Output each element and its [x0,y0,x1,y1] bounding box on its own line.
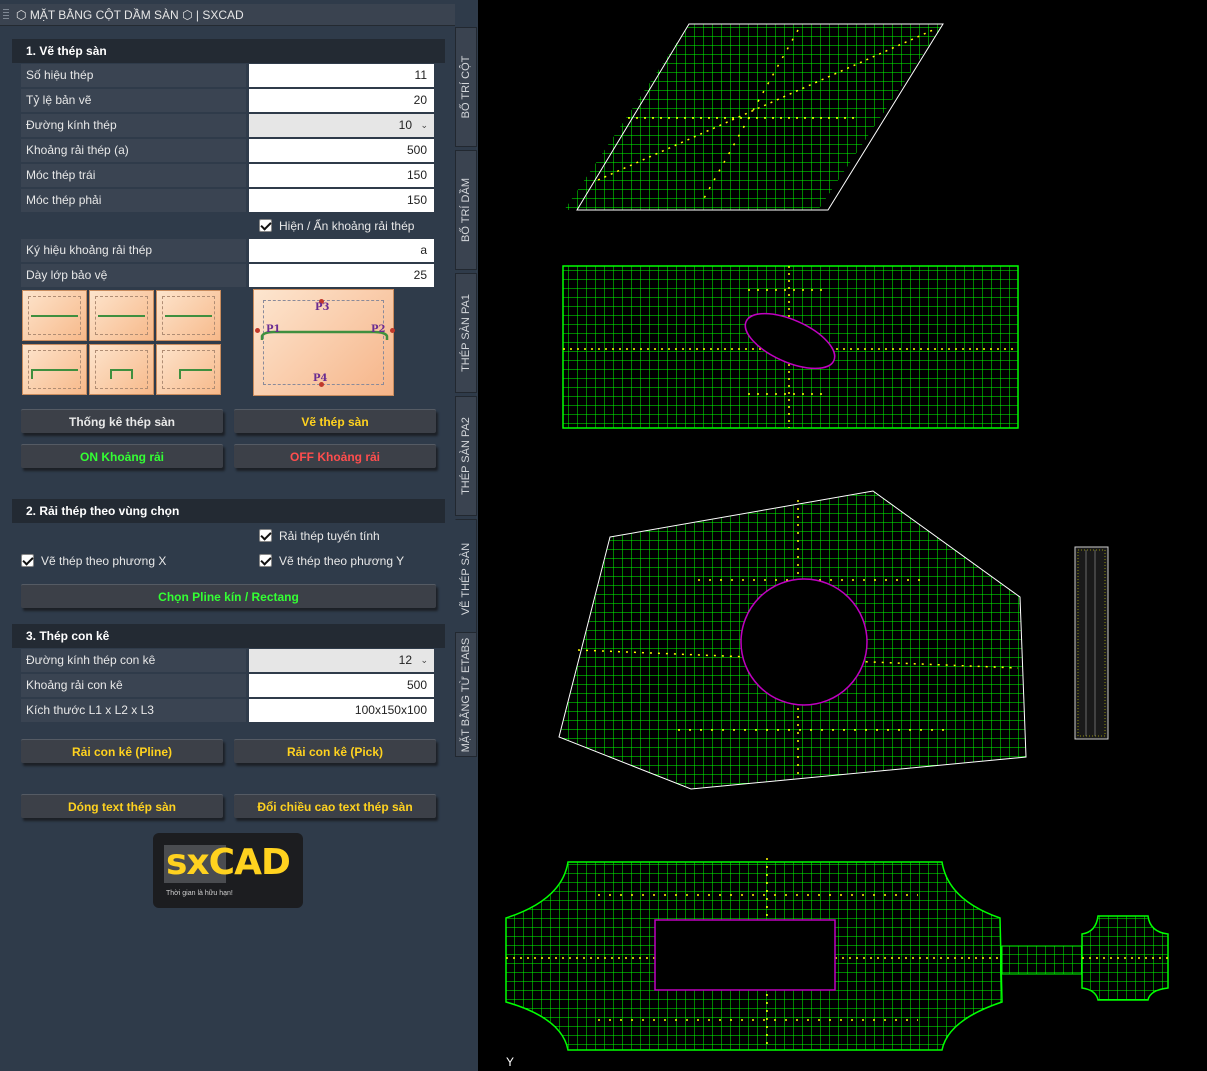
checkbox-checked-icon [21,554,34,567]
khoang-rai-con-ke-input[interactable]: 500 [249,674,434,697]
toggle-spacing-checkbox[interactable]: Hiện / Ẩn khoảng rải thép [259,218,414,234]
ve-thep-phuong-y-label: Vẽ thép theo phương Y [279,554,405,568]
tab-label: BỐ TRÍ DẦM [460,178,472,242]
on-khoang-rai-button[interactable]: ON Khoảng rải [21,444,223,468]
duong-kinh-con-ke-value: 12 [398,653,412,667]
checkbox-checked-icon [259,219,272,232]
rebar-type-thumb-2[interactable] [89,290,154,341]
point-p2-marker [390,328,395,333]
point-p1-label: P1 [266,324,281,335]
rai-con-ke-pline-button[interactable]: Rải con kê (Pline) [21,739,223,763]
tab-mat-bang-etabs[interactable]: MẶT BẰNG TỪ ETABS [455,632,477,757]
checkbox-checked-icon [259,529,272,542]
ky-hieu-khoang-rai-input[interactable]: a [249,239,434,262]
khoang-rai-thep-label: Khoảng rải thép (a) [21,139,246,162]
ve-thep-san-button[interactable]: Vẽ thép sàn [234,409,436,433]
panel-titlebar[interactable]: ⬡ MẶT BẰNG CỘT DẦM SÀN ⬡ | SXCAD [0,4,455,26]
kich-thuoc-input[interactable]: 100x150x100 [249,699,434,722]
off-khoang-rai-button[interactable]: OFF Khoảng rải [234,444,436,468]
tab-bo-tri-cot[interactable]: BỐ TRÍ CỘT [455,27,477,147]
section-rai-thep-header: 2. Rải thép theo vùng chọn [12,499,445,523]
slab-polygon-circle-hole[interactable] [558,488,1028,793]
rai-con-ke-pick-button[interactable]: Rải con kê (Pick) [234,739,436,763]
tab-bo-tri-dam[interactable]: BỐ TRÍ DẦM [455,150,477,270]
tab-label: THÉP SÀN PA2 [460,417,472,495]
so-hieu-thep-label: Số hiệu thép [21,64,246,87]
point-p1-marker [255,328,260,333]
chevron-down-icon: ⌄ [420,655,428,665]
moc-thep-trai-input[interactable]: 150 [249,164,434,187]
slab-rounded-rect-hole[interactable] [503,858,1169,1053]
cad-drawing-svg[interactable] [478,0,1207,1071]
so-hieu-thep-input[interactable]: 11 [249,64,434,87]
rebar-type-thumb-5[interactable] [89,344,154,395]
panel-title-suffix: | SXCAD [192,8,244,22]
khoang-rai-thep-input[interactable]: 500 [249,139,434,162]
tab-label: VẼ THÉP SÀN [460,542,472,616]
tab-thep-san-pa2[interactable]: THÉP SÀN PA2 [455,396,477,516]
ve-thep-phuong-y-checkbox[interactable]: Vẽ thép theo phương Y [259,553,404,569]
app-root: ⬡ MẶT BẰNG CỘT DẦM SÀN ⬡ | SXCAD 1. Vẽ t… [0,0,1207,1071]
tab-label: THÉP SÀN PA1 [460,294,472,372]
cube-icon-2: ⬡ [178,8,193,22]
tab-label: BỐ TRÍ CỘT [460,55,472,119]
kich-thuoc-label: Kích thước L1 x L2 x L3 [21,699,246,722]
rebar-schedule-table[interactable] [1074,546,1109,740]
point-p4-label: P4 [313,373,328,384]
rai-thep-tuyen-tinh-checkbox[interactable]: Rải thép tuyến tính [259,528,380,544]
slab-rectangle-hole[interactable] [562,265,1019,429]
thong-ke-thep-san-button[interactable]: Thống kê thép sàn [21,409,223,433]
moc-thep-trai-label: Móc thép trái [21,164,246,187]
ky-hieu-khoang-rai-label: Ký hiệu khoảng rải thép [21,239,246,262]
moc-thep-phai-label: Móc thép phải [21,189,246,212]
section-thep-con-ke-header: 3. Thép con kê [12,624,445,648]
checkbox-checked-icon [259,554,272,567]
moc-thep-phai-input[interactable]: 150 [249,189,434,212]
duong-kinh-thep-value: 10 [398,118,412,132]
ty-le-ban-ve-label: Tỷ lệ bản vẽ [21,89,246,112]
rebar-type-thumb-1[interactable] [22,290,87,341]
tab-label: MẶT BẰNG TỪ ETABS [460,637,472,752]
duong-kinh-thep-select[interactable]: 10 ⌄ [249,114,434,137]
logo-cad: CAD [208,842,291,883]
point-p2-label: P2 [371,324,386,335]
rebar-type-thumb-4[interactable] [22,344,87,395]
khoang-rai-con-ke-label: Khoảng rải con kê [21,674,246,697]
rebar-preview-diagram: P3 P1 P2 P4 [253,289,395,396]
rebar-type-thumb-3[interactable] [156,290,221,341]
side-tabs: BỐ TRÍ CỘT BỐ TRÍ DẦM THÉP SÀN PA1 THÉP … [455,27,477,1071]
duong-kinh-thep-label: Đường kính thép [21,114,246,137]
tab-thep-san-pa1[interactable]: THÉP SÀN PA1 [455,273,477,393]
duong-kinh-con-ke-label: Đường kính thép con kê [21,649,246,672]
ve-thep-phuong-x-checkbox[interactable]: Vẽ thép theo phương X [21,553,166,569]
duong-kinh-con-ke-select[interactable]: 12 ⌄ [249,649,434,672]
chevron-down-icon: ⌄ [420,120,428,130]
chon-pline-button[interactable]: Chọn Pline kín / Rectang [21,584,436,608]
rai-thep-tuyen-tinh-label: Rải thép tuyến tính [279,529,380,543]
slab-parallelogram[interactable] [558,20,948,215]
sxcad-logo: sxCAD Thời gian là hữu hạn! [153,833,303,908]
tab-ve-thep-san[interactable]: VẼ THÉP SÀN [455,519,477,639]
logo-sx: sx [166,842,210,883]
ve-thep-phuong-x-label: Vẽ thép theo phương X [41,554,167,568]
panel-title: MẶT BẰNG CỘT DẦM SÀN [29,8,179,22]
rebar-type-thumb-6[interactable] [156,344,221,395]
cube-icon: ⬡ [16,8,30,22]
doi-chieu-cao-text-button[interactable]: Đổi chiều cao text thép sàn [234,794,436,818]
toggle-spacing-label: Hiện / Ẩn khoảng rải thép [279,219,415,233]
ty-le-ban-ve-input[interactable]: 20 [249,89,434,112]
logo-tagline: Thời gian là hữu hạn! [166,890,233,897]
drag-grip-icon[interactable] [3,9,9,21]
day-lop-bao-ve-input[interactable]: 25 [249,264,434,287]
section-ve-thep-san-header: 1. Vẽ thép sàn [12,39,445,63]
ucs-y-label: Y [506,1055,515,1069]
day-lop-bao-ve-label: Dày lớp bảo vệ [21,264,246,287]
point-p3-label: P3 [315,302,330,313]
tool-panel: ⬡ MẶT BẰNG CỘT DẦM SÀN ⬡ | SXCAD 1. Vẽ t… [0,0,478,1071]
cad-canvas[interactable]: Y [478,0,1207,1071]
dong-text-button[interactable]: Dóng text thép sàn [21,794,223,818]
